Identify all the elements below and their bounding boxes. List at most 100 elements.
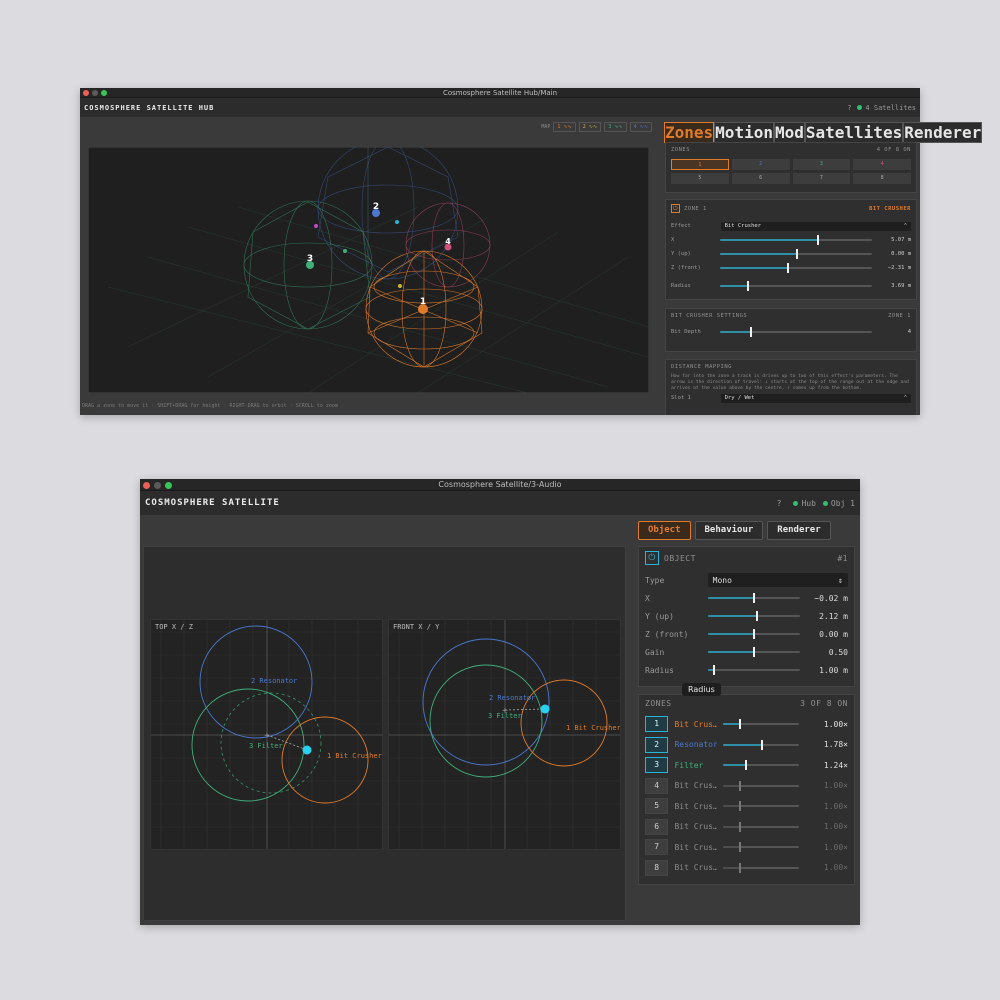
slider-handle[interactable] [753, 647, 756, 657]
slider-handle[interactable] [739, 780, 742, 791]
zone-toggle-button[interactable]: 7 [645, 839, 669, 856]
slider-handle[interactable] [787, 263, 790, 273]
zone-amount-slider[interactable] [723, 801, 800, 812]
slot-select[interactable]: Dry / Wet ⌃ [720, 393, 911, 403]
zone-toggle-button[interactable]: 3 [645, 757, 669, 774]
zone-toggle-button[interactable]: 2 [645, 736, 669, 753]
slider-handle[interactable] [753, 593, 756, 603]
param-slider[interactable] [707, 629, 801, 639]
object-dot[interactable] [314, 224, 318, 228]
slider-handle[interactable] [816, 235, 819, 245]
zone-3-circle[interactable] [429, 664, 543, 778]
viewport-hint: DRAG a zone to move it · SHIFT+DRAG for … [82, 403, 338, 409]
zone-3-circle[interactable] [191, 688, 305, 802]
object-handle[interactable] [540, 704, 550, 714]
map-chip-2[interactable]: 2 ∿∿ [578, 122, 602, 132]
zone-param-row: Radius 3.69 m [671, 279, 911, 293]
slider-handle[interactable] [739, 821, 742, 832]
tab-object[interactable]: Object [638, 521, 691, 540]
top-view-plot[interactable]: + 2 Resonator 3 Filter 1 Bit Crusher TOP… [150, 619, 383, 850]
zoom-window-button[interactable] [101, 90, 107, 96]
zone-amount-slider[interactable] [723, 719, 800, 730]
slider-handle[interactable] [746, 281, 749, 291]
zone-toggle-button[interactable]: 6 [645, 818, 669, 835]
slider-handle[interactable] [713, 665, 716, 675]
slider-handle[interactable] [755, 611, 758, 621]
tab-motion[interactable]: Motion [714, 122, 774, 143]
slider-handle[interactable] [739, 842, 742, 853]
zone-amount-slider[interactable] [723, 862, 800, 873]
zoom-window-button[interactable] [165, 482, 172, 489]
effect-select[interactable]: Bit Crusher ⌃ [720, 221, 911, 231]
help-button[interactable]: ? [777, 499, 782, 508]
zone-button-1[interactable]: 1 [671, 159, 729, 170]
object-dot[interactable] [343, 249, 347, 253]
zone-amount-slider[interactable] [723, 739, 800, 750]
type-select[interactable]: Mono ⇕ [707, 573, 848, 587]
front-view-canvas[interactable]: + 2 Resonator 3 Filter 1 Bit Crusher [389, 620, 621, 850]
param-slider[interactable] [719, 249, 872, 259]
close-window-button[interactable] [143, 482, 150, 489]
hub-3d-viewport[interactable]: 1 2 3 4 [88, 147, 649, 393]
zone-toggle-button[interactable]: 1 [645, 716, 669, 733]
zone-1-circle[interactable] [281, 716, 369, 804]
param-slider[interactable] [707, 593, 801, 603]
slider-handle[interactable] [744, 760, 747, 771]
zone-toggle-button[interactable]: 5 [645, 798, 669, 815]
zone-3-label: 3 Filter [249, 742, 283, 750]
tab-behaviour[interactable]: Behaviour [694, 521, 764, 540]
object-power-icon[interactable]: ⏻ [645, 551, 659, 565]
zone-toggle-button[interactable]: 4 [645, 777, 669, 794]
slider-handle[interactable] [753, 629, 756, 639]
zone-button-8[interactable]: 8 [853, 173, 911, 184]
zone-button-6[interactable]: 6 [731, 173, 790, 184]
minimize-window-button[interactable] [154, 482, 161, 489]
bit-depth-slider[interactable] [719, 327, 872, 337]
help-button[interactable]: ? [847, 104, 851, 112]
minimize-window-button[interactable] [92, 90, 98, 96]
zone-button-2[interactable]: 2 [731, 159, 790, 170]
zone-button-7[interactable]: 7 [792, 173, 851, 184]
slider-handle[interactable] [749, 327, 752, 337]
zone-selector-grid: 1 2 3 4 5 6 7 8 [671, 159, 911, 184]
map-chip-4[interactable]: 4 ∿∿ [629, 122, 652, 132]
param-slider[interactable] [707, 647, 801, 657]
param-slider[interactable] [707, 611, 801, 621]
tab-mod[interactable]: Mod [773, 122, 805, 143]
slider-handle[interactable] [796, 249, 799, 259]
map-chip-1[interactable]: 1 ∿∿ [553, 122, 576, 132]
zone-amount-slider[interactable] [723, 760, 800, 771]
zone-1-circle[interactable] [520, 679, 608, 767]
zone-toggle-button[interactable]: 8 [645, 859, 669, 876]
map-chip-3[interactable]: 3 ∿∿ [604, 122, 627, 132]
close-window-button[interactable] [83, 90, 89, 96]
slider-handle[interactable] [739, 862, 742, 873]
slider-handle[interactable] [739, 719, 742, 730]
slider-handle[interactable] [761, 739, 764, 750]
slider-handle[interactable] [739, 801, 742, 812]
object-dot[interactable] [398, 284, 402, 288]
slider-fill [707, 615, 757, 617]
param-slider[interactable] [719, 281, 872, 291]
zone-row: 2 Resonator 1.78× [645, 735, 848, 756]
front-view-plot[interactable]: + 2 Resonator 3 Filter 1 Bit Crusher FRO… [388, 619, 621, 850]
zone-power-icon[interactable]: ⏻ [671, 204, 680, 213]
zone-amount-slider[interactable] [723, 821, 800, 832]
object-dot[interactable] [395, 220, 399, 224]
zone-amount-slider[interactable] [723, 842, 800, 853]
zone-amount-slider[interactable] [723, 780, 800, 791]
tab-renderer[interactable]: Renderer [903, 122, 983, 143]
tab-renderer[interactable]: Renderer [767, 521, 831, 540]
tab-zones[interactable]: Zones [664, 122, 715, 143]
zone-button-5[interactable]: 5 [671, 173, 729, 184]
tab-satellites[interactable]: Satellites [804, 122, 904, 143]
top-view-canvas[interactable]: + 2 Resonator 3 Filter 1 Bit Crusher [151, 620, 383, 850]
object-handle[interactable] [302, 745, 312, 755]
zone-button-3[interactable]: 3 [792, 159, 851, 170]
zone-button-4[interactable]: 4 [853, 159, 911, 170]
param-slider[interactable] [719, 263, 872, 273]
zone-2-circle[interactable] [422, 638, 550, 766]
param-slider[interactable] [719, 235, 872, 245]
param-slider[interactable] [707, 665, 801, 675]
slider-fill [723, 764, 746, 767]
